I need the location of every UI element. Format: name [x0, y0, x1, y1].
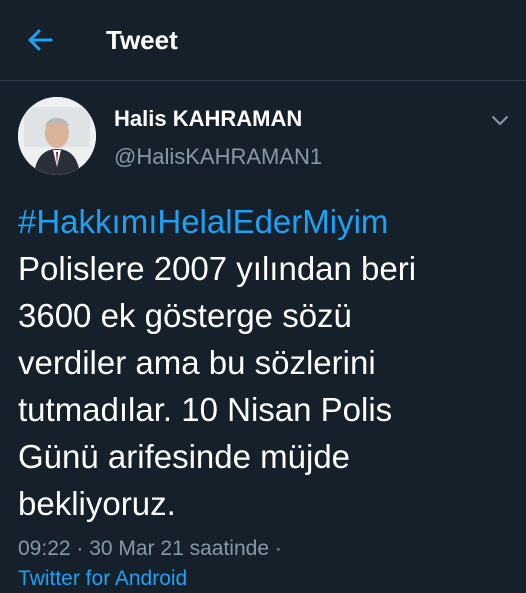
top-bar: Tweet: [0, 0, 526, 81]
tweet-source-link[interactable]: Twitter for Android: [18, 565, 187, 593]
page-title: Tweet: [106, 25, 178, 55]
tweet-text: Polislere 2007 yılından beri 3600 ek gös…: [18, 250, 417, 522]
chevron-down-icon: [492, 116, 508, 125]
hashtag-link[interactable]: #HakkımıHelalEderMiyim: [18, 198, 518, 245]
arrow-left-icon: [28, 29, 53, 51]
author-handle[interactable]: @HalisKAHRAMAN1: [114, 143, 322, 171]
tweet-timestamp: 09:22 · 30 Mar 21 saatinde ·: [18, 537, 282, 560]
more-options-button[interactable]: [488, 108, 512, 132]
avatar[interactable]: [18, 97, 96, 175]
avatar-image: [18, 97, 96, 175]
tweet-body: #HakkımıHelalEderMiyim Polislere 2007 yı…: [18, 198, 518, 527]
back-button[interactable]: [24, 24, 56, 56]
author-name[interactable]: Halis KAHRAMAN: [114, 105, 302, 133]
